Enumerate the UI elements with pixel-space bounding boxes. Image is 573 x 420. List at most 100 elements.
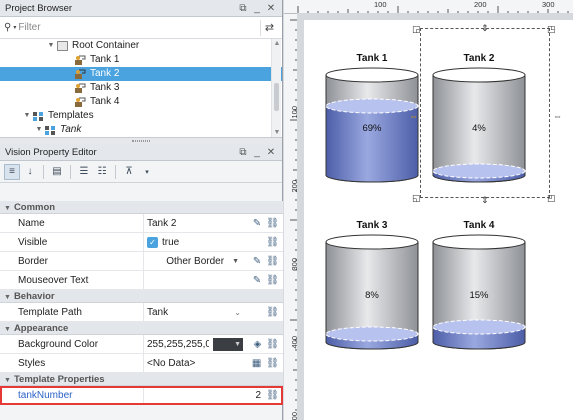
- tree-row-root-container[interactable]: ▼ Root Container: [0, 39, 282, 53]
- tree-row-tank-1[interactable]: Tank 1: [0, 53, 282, 67]
- sort-alpha-icon[interactable]: ↓: [22, 164, 38, 180]
- collapse-icon[interactable]: ▼: [22, 109, 32, 123]
- category-template-properties[interactable]: ▼ Template Properties: [0, 373, 283, 386]
- paint-bucket-icon[interactable]: ◈: [254, 339, 262, 350]
- tank-3-template[interactable]: Tank 3 8%: [324, 220, 420, 350]
- property-name: Visible: [0, 233, 144, 251]
- category-label: Template Properties: [13, 374, 105, 385]
- tank-title: Tank 1: [356, 53, 388, 64]
- property-row-styles[interactable]: Styles <No Data> ▦ ⛓: [0, 354, 283, 373]
- tree-row-tank-template[interactable]: ▼ Tank: [0, 123, 282, 137]
- tank-4-template[interactable]: Tank 4 15%: [431, 220, 527, 350]
- filter-input[interactable]: ⚲ ▾ Filter: [4, 20, 260, 36]
- scroll-up-icon[interactable]: ▲: [272, 40, 282, 47]
- category-appearance[interactable]: ▼ Appearance: [0, 322, 283, 335]
- property-value-text: 2: [255, 389, 261, 401]
- float-icon[interactable]: ⧉: [237, 3, 249, 14]
- tank-level-label: 15%: [469, 290, 489, 301]
- binding-icon[interactable]: ⛓: [266, 358, 279, 369]
- expand-all-icon[interactable]: ☰: [76, 164, 92, 180]
- category-common[interactable]: ▼ Common: [0, 201, 283, 214]
- ruler-ticks: [290, 19, 298, 411]
- property-row-mouseover-text[interactable]: Mouseover Text ✎ ⛓: [0, 271, 283, 290]
- property-row-background-color[interactable]: Background Color 255,255,255,0 ▼ ◈ ⛓: [0, 335, 283, 354]
- chevron-down-icon[interactable]: ▼: [232, 258, 239, 265]
- resize-handle-n[interactable]: ⇕: [481, 24, 489, 33]
- ruler-ticks: [297, 6, 569, 14]
- tree-row-tank-2[interactable]: Tank 2: [0, 67, 282, 81]
- property-value-background-color[interactable]: 255,255,255,0 ▼: [144, 335, 243, 353]
- tank-number-field[interactable]: 2: [144, 386, 263, 404]
- resize-handle-e[interactable]: ⇔: [553, 112, 562, 121]
- binding-icon[interactable]: ⛓: [266, 218, 279, 229]
- tree-item-label: Tank 4: [90, 96, 120, 107]
- minimize-icon[interactable]: _: [251, 147, 263, 158]
- tree-item-label: Root Container: [72, 40, 140, 51]
- container-icon: [56, 41, 69, 52]
- tank-top: [325, 67, 419, 83]
- filter-dropdown-icon[interactable]: ▾: [139, 164, 155, 180]
- property-row-border[interactable]: Border Other Border ▼ ✎ ⛓: [0, 252, 283, 271]
- categorized-view-icon[interactable]: ≡: [4, 163, 20, 180]
- edit-icon[interactable]: ✎: [253, 275, 261, 286]
- design-canvas[interactable]: Tank 1 69% Tank 2 4% Tank 3 8% Tank 4 15% ◲ …: [304, 20, 573, 420]
- property-name: tankNumber: [0, 386, 144, 404]
- chevron-down-icon[interactable]: ⌄: [234, 308, 243, 317]
- resize-handle-se[interactable]: ◰: [547, 194, 556, 203]
- resize-handle-w[interactable]: ⇔: [409, 112, 418, 121]
- category-behavior[interactable]: ▼ Behavior: [0, 290, 283, 303]
- resize-handle-sw[interactable]: ◱: [412, 194, 421, 203]
- binding-icon[interactable]: ⛓: [266, 307, 279, 318]
- property-row-name[interactable]: Name Tank 2 ✎ ⛓: [0, 214, 283, 233]
- binding-icon[interactable]: ⛓: [266, 256, 279, 267]
- template-path-dropdown[interactable]: Tank ⌄: [144, 303, 243, 321]
- tank-1-template[interactable]: Tank 1 69%: [324, 53, 420, 183]
- search-dropdown-icon[interactable]: ▾: [13, 24, 16, 31]
- designer-workspace: 100 200 300 100 200 300 400 500 Tank 1 69…: [284, 0, 573, 420]
- edit-icon[interactable]: ✎: [253, 218, 261, 229]
- resize-handle-s[interactable]: ⇕: [481, 196, 489, 205]
- resize-handle-ne[interactable]: ◳: [547, 25, 556, 34]
- minimize-icon[interactable]: _: [251, 3, 263, 14]
- collapse-icon[interactable]: ▼: [34, 123, 44, 137]
- binding-icon[interactable]: ⛓: [266, 275, 279, 286]
- border-dropdown[interactable]: Other Border ▼: [144, 252, 243, 270]
- property-table-icon[interactable]: ▤: [49, 164, 65, 180]
- category-label: Appearance: [13, 323, 69, 334]
- selection-box[interactable]: [420, 28, 550, 198]
- scroll-thumb[interactable]: [274, 83, 279, 111]
- property-row-visible[interactable]: Visible ✓ true ⛓: [0, 233, 283, 252]
- binding-icon[interactable]: ⛓: [266, 390, 279, 401]
- property-toolbar: ≡ ↓ ▤ ☰ ☷ ⊼ ▾: [0, 161, 282, 183]
- property-value-mouseover-text[interactable]: [144, 271, 243, 289]
- float-icon[interactable]: ⧉: [237, 147, 249, 158]
- collapse-icon[interactable]: ▼: [46, 39, 56, 53]
- color-swatch[interactable]: ▼: [213, 337, 243, 351]
- property-name: Template Path: [0, 303, 144, 321]
- filter-options-icon[interactable]: ⇄: [260, 19, 278, 36]
- collapse-all-icon[interactable]: ☷: [94, 164, 110, 180]
- property-value-text: Tank 2: [147, 217, 177, 229]
- edit-icon[interactable]: ✎: [253, 256, 261, 267]
- binding-icon[interactable]: ⛓: [266, 237, 279, 248]
- property-value-styles[interactable]: <No Data>: [144, 354, 243, 372]
- property-editor-header: Vision Property Editor ⧉ _ ✕: [0, 144, 282, 161]
- tree-row-tank-3[interactable]: Tank 3: [0, 81, 282, 95]
- property-row-tank-number[interactable]: tankNumber 2 ⛓: [0, 386, 283, 405]
- binding-icon[interactable]: ⛓: [266, 339, 279, 350]
- tree-row-templates[interactable]: ▼ Templates: [0, 109, 282, 123]
- close-icon[interactable]: ✕: [265, 3, 277, 14]
- liquid-surface: [325, 98, 419, 114]
- property-row-template-path[interactable]: Template Path Tank ⌄ ⛓: [0, 303, 283, 322]
- property-value-visible[interactable]: ✓ true: [144, 233, 243, 251]
- close-icon[interactable]: ✕: [265, 147, 277, 158]
- visible-checkbox[interactable]: ✓: [147, 236, 158, 248]
- dataset-editor-icon[interactable]: ▦: [252, 358, 261, 369]
- scroll-down-icon[interactable]: ▼: [272, 129, 282, 136]
- property-value-name[interactable]: Tank 2: [144, 214, 243, 232]
- category-label: Common: [13, 202, 56, 213]
- resize-handle-nw[interactable]: ◲: [412, 25, 421, 34]
- tree-row-tank-4[interactable]: Tank 4: [0, 95, 282, 109]
- filter-properties-icon[interactable]: ⊼: [121, 164, 137, 180]
- tree-scrollbar[interactable]: ▲ ▼: [271, 39, 281, 137]
